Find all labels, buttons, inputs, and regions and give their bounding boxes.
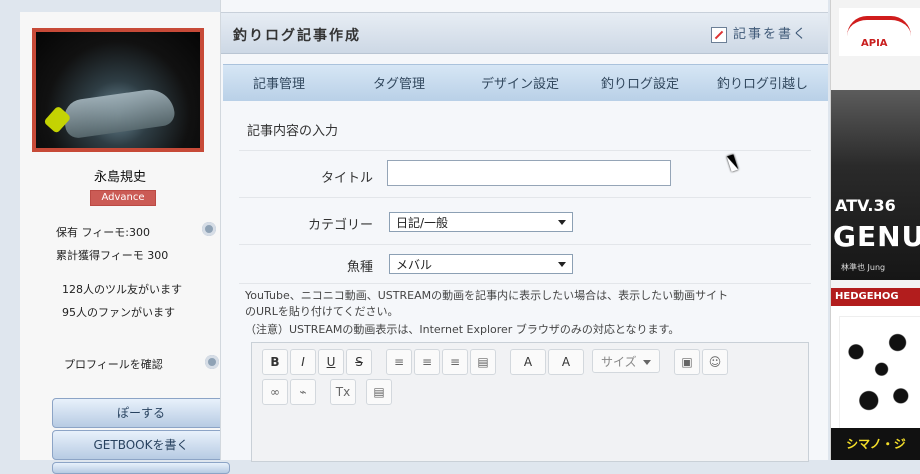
strike-button[interactable]: S bbox=[346, 349, 372, 375]
tabs-bar: 記事管理 タグ管理 デザイン設定 釣りログ設定 釣りログ引越し bbox=[223, 64, 828, 172]
background-color-button[interactable]: A bbox=[548, 349, 584, 375]
product-photo-ad[interactable]: ATV.36 GENU 林準也 Jung bbox=[831, 90, 920, 280]
section-title: 記事内容の入力 bbox=[247, 124, 339, 139]
page-header: 釣りログ記事作成 記事を書く bbox=[221, 12, 828, 54]
chevron-down-icon bbox=[558, 262, 566, 267]
fish-label: 魚種 bbox=[346, 260, 373, 275]
tab-log-settings[interactable]: 釣りログ設定 bbox=[601, 73, 679, 92]
tab-log-migration[interactable]: 釣りログ引越し bbox=[717, 73, 808, 92]
title-label: タイトル bbox=[320, 171, 373, 186]
justify-icon[interactable]: ▤ bbox=[470, 349, 496, 375]
italic-button[interactable]: I bbox=[290, 349, 316, 375]
write-article-link[interactable]: 記事を書く bbox=[710, 23, 808, 43]
divider bbox=[239, 244, 811, 245]
fish-select[interactable]: メバル bbox=[389, 254, 573, 274]
divider bbox=[239, 197, 811, 198]
main-panel: 釣りログ記事作成 記事を書く 記事管理 タグ管理 デザイン設定 釣りログ設定 釣… bbox=[220, 0, 828, 462]
left-sidebar: 永島規史 Advance 保有 フィーモ:300 累計獲得フィーモ 300 12… bbox=[20, 12, 230, 474]
category-select[interactable]: 日記/一般 bbox=[389, 212, 573, 232]
tab-tag-management[interactable]: タグ管理 bbox=[373, 73, 425, 92]
ad-model: ATV.36 bbox=[835, 196, 896, 215]
parts-image bbox=[839, 316, 920, 434]
gear-icon bbox=[202, 222, 216, 236]
ad-genus: GENU bbox=[833, 220, 920, 253]
align-center-icon[interactable]: ≡ bbox=[414, 349, 440, 375]
fishing-photo bbox=[36, 32, 200, 148]
chevron-down-icon bbox=[558, 220, 566, 225]
bold-button[interactable]: B bbox=[262, 349, 288, 375]
ad-banner-top: HEDGEHOG bbox=[831, 288, 920, 306]
ad-logo-text: APIA bbox=[861, 38, 888, 49]
right-ad-column: APIA ATV.36 GENU 林準也 Jung HEDGEHOG シマノ・ジ bbox=[830, 0, 920, 460]
video-note-line-1: YouTube、ニコニコ動画、USTREAMの動画を記事内に表示したい場合は、表… bbox=[245, 289, 729, 302]
fish-value: メバル bbox=[396, 258, 433, 272]
unlink-icon[interactable]: ⌁ bbox=[290, 379, 316, 405]
tab-design-settings[interactable]: デザイン設定 bbox=[481, 73, 559, 92]
font-size-label: サイズ bbox=[601, 355, 637, 369]
underline-button[interactable]: U bbox=[318, 349, 344, 375]
image-icon[interactable]: ▣ bbox=[674, 349, 700, 375]
align-left-icon[interactable]: ≡ bbox=[386, 349, 412, 375]
friends-count: 128人のツル友がいます bbox=[62, 283, 182, 296]
level-badge: Advance bbox=[90, 190, 156, 206]
write-article-label: 記事を書く bbox=[732, 27, 808, 42]
settings-icon bbox=[205, 355, 219, 369]
tab-article-management[interactable]: 記事管理 bbox=[253, 73, 305, 92]
edit-icon bbox=[710, 26, 727, 43]
page-title: 釣りログ記事作成 bbox=[233, 28, 361, 44]
category-label: カテゴリー bbox=[307, 218, 373, 233]
category-value: 日記/一般 bbox=[396, 216, 449, 230]
stat-total: 累計獲得フィーモ 300 bbox=[56, 249, 169, 262]
title-input[interactable] bbox=[387, 160, 671, 186]
profile-photo bbox=[32, 28, 204, 152]
video-note-line-3: （注意）USTREAMの動画表示は、Internet Explorer ブラウザ… bbox=[245, 323, 680, 336]
mouse-cursor-icon bbox=[726, 154, 739, 172]
ad-banner-bottom: シマノ・ジ bbox=[831, 428, 920, 460]
background-color-icon: A bbox=[561, 355, 571, 369]
fish-image bbox=[61, 86, 177, 140]
font-size-dropdown[interactable]: サイズ bbox=[592, 349, 660, 373]
emoji-icon[interactable]: ☺ bbox=[702, 349, 728, 375]
text-color-icon: A bbox=[523, 355, 533, 369]
align-right-icon[interactable]: ≡ bbox=[442, 349, 468, 375]
rich-text-editor: B I U S ≡ ≡ ≡ ▤ A A サイズ ▣ ☺ ∞ ⌁ Tx ▤ bbox=[251, 342, 809, 462]
divider bbox=[239, 283, 811, 284]
stat-owned: 保有 フィーモ:300 bbox=[56, 226, 150, 239]
parts-ad[interactable]: HEDGEHOG シマノ・ジ bbox=[831, 288, 920, 460]
link-icon[interactable]: ∞ bbox=[262, 379, 288, 405]
video-note-line-2: のURLを貼り付けてください。 bbox=[245, 305, 399, 318]
text-color-button[interactable]: A bbox=[510, 349, 546, 375]
profile-name: 永島規史 bbox=[93, 170, 146, 185]
post-button[interactable]: ぽーする bbox=[52, 398, 230, 428]
source-icon[interactable]: ▤ bbox=[366, 379, 392, 405]
profile-link[interactable]: プロフィールを確認 bbox=[64, 356, 163, 372]
fans-count: 95人のファンがいます bbox=[62, 306, 175, 319]
clear-format-icon[interactable]: Tx bbox=[330, 379, 356, 405]
apia-logo[interactable]: APIA bbox=[839, 8, 920, 56]
third-side-button[interactable] bbox=[52, 462, 230, 474]
divider bbox=[239, 150, 811, 151]
ad-subtitle: 林準也 Jung bbox=[841, 263, 886, 272]
getbook-button[interactable]: GETBOOKを書く bbox=[52, 430, 230, 460]
